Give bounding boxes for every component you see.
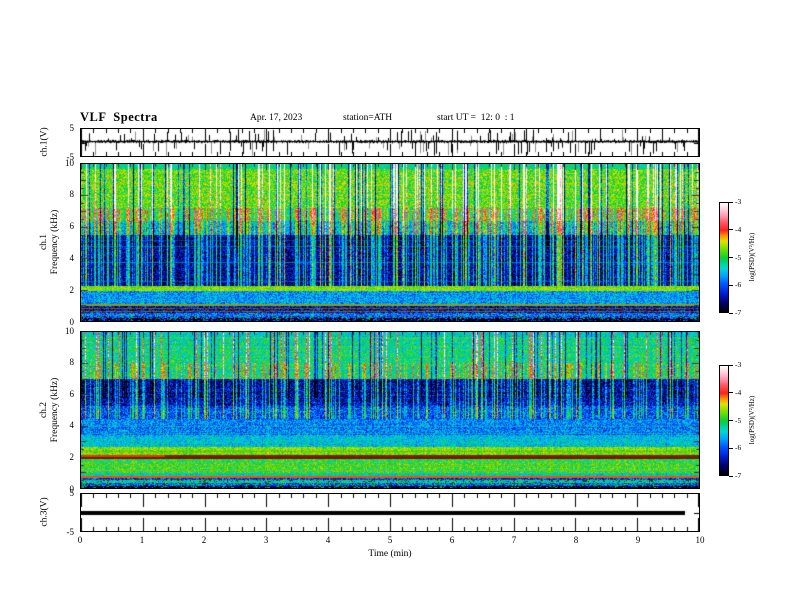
y-tick-label: 2 [69,284,75,295]
ch1-waveform-panel [80,128,700,157]
header-station: station=ATH [343,113,393,123]
y-tick-label: 2 [69,451,75,462]
ch1-spectrogram-panel [80,163,700,322]
x-tick-label: 7 [511,535,517,545]
colorbar-tick-label: -6 [735,443,742,453]
colorbar-tick [729,364,733,366]
colorbar-tick-label: -5 [735,252,742,262]
x-tick-label: 8 [573,535,579,545]
y-tick-label: 5 [69,487,75,498]
colorbar-tick [729,420,733,421]
x-tick-label: 1 [139,535,145,545]
x-tick-label: 9 [635,535,641,545]
colorbar-tick [729,392,733,394]
colorbar-tick-label: -6 [735,280,742,290]
ch3-waveform-panel [80,493,700,532]
figure-title: VLF Spectra [80,110,158,124]
ch1-axis-label-line1: ch.1 [39,233,49,251]
y-tick-label: 5 [69,122,75,133]
ch3-waveform-canvas [81,494,699,531]
colorbar-tick [729,257,733,258]
ch1-frequency-axis-label: ch.1 Frequency (kHz) [39,210,61,275]
x-tick-label: 10 [695,535,705,545]
colorbar-tick-label: -4 [735,387,742,397]
header-start-ut: start UT = 12: 0 : 1 [437,113,515,123]
time-axis-label: Time (min) [368,549,412,559]
colorbar-tick-label: -5 [735,415,742,425]
colorbar-tick [729,284,733,286]
colorbar-tick-label: -4 [735,224,742,234]
colorbar-tick [729,475,733,477]
colorbar-tick-label: -3 [735,197,742,206]
vlf-spectra-figure: VLF Spectra Apr. 17, 2023 station=ATH st… [0,0,792,612]
x-tick-label: 3 [263,535,269,545]
y-tick-label: 10 [65,157,74,168]
ch1-axis-label-line2: Frequency (kHz) [50,209,60,275]
header-date: Apr. 17, 2023 [250,113,303,123]
ch1-waveform-canvas [81,129,699,156]
colorbar-tick-label: -7 [735,308,742,317]
y-tick-label: 8 [69,357,75,368]
colorbar-tick [729,447,733,449]
y-tick-label: 8 [69,189,75,200]
colorbar-tick [729,201,733,203]
y-tick-label: 4 [69,420,75,431]
ch2-spectrogram-canvas [81,332,699,488]
colorbar-ch2 [719,365,729,476]
colorbar-tick-label: -7 [735,471,742,480]
colorbar-tick [729,312,733,314]
ch3-voltage-axis-label: ch.3(V) [39,497,50,527]
colorbar-ch1 [719,202,729,313]
x-tick-label: 4 [325,535,331,545]
ch1-spectrogram-canvas [81,164,699,321]
colorbar-tick-label: -3 [735,360,742,369]
y-tick-label: 10 [65,325,74,336]
ch2-spectrogram-panel [80,331,700,489]
colorbar-tick [729,229,733,231]
x-tick-label: 0 [77,535,83,545]
x-tick-label: 2 [201,535,207,545]
x-tick-label: 5 [387,535,393,545]
y-tick-label: 4 [69,252,75,263]
x-tick-label: 6 [449,535,455,545]
ch2-frequency-axis-label: ch.2 Frequency (kHz) [39,378,61,443]
ch2-axis-label-line1: ch.2 [39,401,49,419]
y-tick-label: 6 [69,221,75,232]
ch2-axis-label-line2: Frequency (kHz) [50,377,60,443]
y-tick-label: 6 [69,388,75,399]
